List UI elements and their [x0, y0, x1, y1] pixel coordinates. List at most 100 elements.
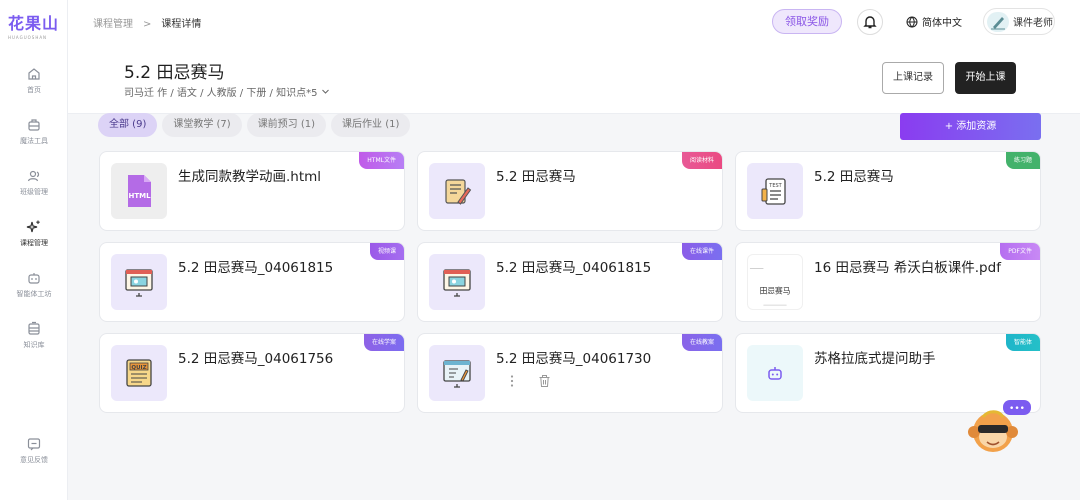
- resource-card[interactable]: 5.2 田忌赛马_04061815 视频课: [99, 242, 405, 322]
- pen-avatar-icon: [991, 16, 1005, 29]
- resource-card[interactable]: TEST 5.2 田忌赛马 练习题: [735, 151, 1041, 231]
- breadcrumb-course-detail: 课程详情: [161, 19, 202, 30]
- chat-icon: [27, 438, 41, 451]
- more-options-icon[interactable]: [508, 374, 516, 388]
- trash-icon[interactable]: [538, 374, 551, 388]
- resource-card[interactable]: QUIZ 5.2 田忌赛马_04061756 在线学案: [99, 333, 405, 413]
- breadcrumb-course-management[interactable]: 课程管理: [93, 19, 133, 30]
- test-paper-icon: TEST: [747, 163, 803, 219]
- sidebar-item-label: 智能体工坊: [16, 290, 52, 298]
- class-record-button[interactable]: 上课记录: [882, 62, 944, 94]
- tab-all[interactable]: 全部 (9): [98, 113, 158, 137]
- type-badge: HTML文件: [359, 152, 404, 169]
- sidebar-item-label: 知识库: [23, 341, 45, 349]
- sidebar-item-label: 魔法工具: [20, 137, 48, 145]
- top-bar: 课程管理 > 课程详情 领取奖励 简体中文 课件老师: [68, 0, 1080, 44]
- test-paper-shape: TEST: [761, 178, 786, 205]
- type-badge: 阅读材料: [681, 152, 722, 169]
- course-meta[interactable]: 司马迁 作 / 语文 / 人教版 / 下册 / 知识点*5: [124, 84, 330, 99]
- quiz-shape: QUIZ: [126, 359, 152, 387]
- pdf-preview-icon: 田忌赛马: [747, 254, 803, 310]
- sidebar-item-home[interactable]: 首页: [0, 66, 68, 95]
- type-badge: 在线学案: [363, 334, 404, 351]
- resource-card[interactable]: 田忌赛马 16 田忌赛马 希沃白板课件.pdf PDF文件: [735, 242, 1041, 322]
- users-icon: [27, 170, 40, 182]
- resource-card[interactable]: 5.2 田忌赛马 阅读材料: [417, 151, 723, 231]
- resource-title: 苏格拉底式提问助手: [814, 351, 936, 367]
- tab-homework[interactable]: 课后作业 (1): [331, 113, 411, 137]
- add-resource-button[interactable]: + 添加资源: [900, 113, 1041, 140]
- notepad-shape: [445, 179, 472, 205]
- page-title: 5.2 田忌赛马: [124, 63, 225, 83]
- type-badge: 智能体: [1005, 334, 1040, 351]
- presentation-shape: [443, 269, 471, 297]
- sidebar-item-agent-workshop[interactable]: 智能体工坊: [0, 270, 68, 299]
- type-badge: 在线课件: [681, 243, 722, 260]
- user-menu[interactable]: 课件老师: [983, 8, 1055, 35]
- app-logo[interactable]: 花果山 HUAGUOSHAN: [8, 10, 60, 40]
- chat-bubble-dots: •••: [1009, 404, 1025, 414]
- sidebar: 花果山 HUAGUOSHAN 首页 魔法工具 班级管理 课程管理 智能体工坊 知…: [0, 0, 68, 500]
- sidebar-item-label: 课程管理: [20, 239, 48, 247]
- globe-icon: [906, 16, 918, 28]
- presentation-icon: [111, 254, 167, 310]
- chevron-down-icon: [321, 89, 329, 94]
- sidebar-item-magic-tools[interactable]: 魔法工具: [0, 117, 68, 146]
- sidebar-item-knowledge-base[interactable]: 知识库: [0, 321, 68, 350]
- resource-title: 5.2 田忌赛马_04061756: [178, 351, 334, 367]
- thumb-label: HTML: [128, 192, 151, 200]
- sidebar-item-label: 意见反馈: [20, 456, 48, 464]
- sidebar-item-course-management[interactable]: 课程管理: [0, 219, 68, 248]
- filter-tabs: 全部 (9) 课堂教学 (7) 课前预习 (1) 课后作业 (1): [98, 113, 411, 137]
- thumb-label: 田忌赛马: [760, 286, 791, 296]
- resource-title: 5.2 田忌赛马: [814, 169, 894, 185]
- course-meta-text: 司马迁 作 / 语文 / 人教版 / 下册 / 知识点*5: [124, 88, 318, 99]
- database-icon: [28, 321, 40, 335]
- notification-button[interactable]: [857, 9, 883, 35]
- logo-text: 花果山: [8, 14, 60, 33]
- thumb-label: TEST: [768, 183, 782, 189]
- pdf-preview-shape: 田忌赛马: [749, 268, 791, 306]
- breadcrumb: 课程管理 > 课程详情: [93, 15, 201, 30]
- resource-card[interactable]: 5.2 田忌赛马_04061815 在线课件: [417, 242, 723, 322]
- sidebar-item-feedback[interactable]: 意见反馈: [0, 436, 68, 465]
- assistant-mascot-button[interactable]: •••: [963, 400, 1033, 455]
- notepad-pen-icon: [429, 163, 485, 219]
- sidebar-item-label: 班级管理: [20, 188, 48, 196]
- home-icon: [28, 68, 40, 80]
- logo-subtext: HUAGUOSHAN: [8, 35, 48, 40]
- start-class-button[interactable]: 开始上课: [955, 62, 1016, 94]
- course-header: 5.2 田忌赛马 司马迁 作 / 语文 / 人教版 / 下册 / 知识点*5 上…: [68, 44, 1080, 114]
- sparkle-icon: [26, 220, 40, 233]
- tab-classroom-teaching[interactable]: 课堂教学 (7): [162, 113, 242, 137]
- type-badge: 在线教案: [681, 334, 722, 351]
- presentation-shape: [125, 269, 153, 297]
- whiteboard-icon: [429, 345, 485, 401]
- resource-card[interactable]: 5.2 田忌赛马_04061730 在线教案: [417, 333, 723, 413]
- resource-title: 5.2 田忌赛马_04061815: [178, 260, 334, 276]
- type-badge: 练习题: [1005, 152, 1040, 169]
- whiteboard-shape: [443, 360, 471, 388]
- breadcrumb-separator: >: [143, 19, 152, 30]
- resource-card[interactable]: HTML 生成同款教学动画.html HTML文件: [99, 151, 405, 231]
- card-actions: [508, 374, 551, 388]
- sidebar-item-label: 首页: [27, 86, 41, 94]
- sidebar-item-class-management[interactable]: 班级管理: [0, 168, 68, 197]
- resource-title: 5.2 田忌赛马_04061730: [496, 351, 652, 367]
- tab-preview[interactable]: 课前预习 (1): [246, 113, 327, 137]
- language-label: 简体中文: [922, 18, 962, 29]
- resource-title: 16 田忌赛马 希沃白板课件.pdf: [814, 260, 1001, 276]
- robot-icon: [747, 345, 803, 401]
- bell-icon: [863, 16, 877, 29]
- language-switcher[interactable]: 简体中文: [906, 14, 962, 29]
- robot-icon: [28, 273, 40, 284]
- resource-title: 5.2 田忌赛马: [496, 169, 576, 185]
- file-shape: HTML: [128, 175, 151, 207]
- claim-reward-button[interactable]: 领取奖励: [772, 9, 842, 34]
- type-badge: 视频课: [369, 243, 404, 260]
- toolbox-icon: [28, 119, 40, 131]
- type-badge: PDF文件: [1000, 243, 1040, 260]
- quiz-icon: QUIZ: [111, 345, 167, 401]
- presentation-icon: [429, 254, 485, 310]
- user-name: 课件老师: [1013, 18, 1053, 29]
